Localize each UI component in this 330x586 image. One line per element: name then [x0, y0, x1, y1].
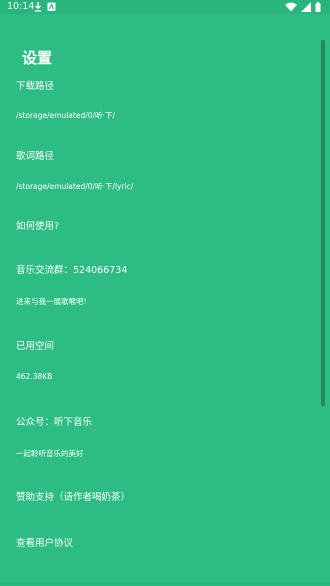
- user-agreement-title: 查看用户协议: [16, 538, 74, 549]
- wifi-icon: [285, 2, 297, 12]
- scrollbar[interactable]: [321, 40, 325, 406]
- download-icon: [35, 2, 41, 12]
- page-title: 设置: [22, 49, 53, 67]
- status-time: 10:14: [7, 1, 35, 12]
- settings-screen: 设置 下载路径 /storage/emulated/0/听·下/ 歌词路径 /s…: [0, 14, 330, 586]
- download-path-title: 下载路径: [16, 81, 55, 92]
- used-space-value: 462.38KB: [16, 372, 53, 381]
- how-to-use-title: 如何使用?: [16, 221, 60, 232]
- sponsor-title: 赞助支持（请作者喝奶茶）: [16, 492, 131, 503]
- lyric-path-title: 歌词路径: [16, 151, 55, 162]
- signal-icon: [301, 2, 311, 12]
- official-account-title: 公众号：听下音乐: [16, 417, 93, 428]
- download-path-value: /storage/emulated/0/听·下/: [16, 111, 115, 120]
- status-icons-right: [285, 2, 321, 12]
- status-bar: 10:14: [0, 0, 330, 14]
- bottom-edge: [0, 582, 330, 586]
- used-space-title: 已用空间: [16, 341, 55, 352]
- official-account-value: 一起聆听音乐的美好: [16, 449, 84, 458]
- music-group-value: 进来与我一展歌喉吧!: [16, 297, 87, 306]
- lyric-path-value: /storage/emulated/0/听·下/lyric/: [16, 182, 134, 191]
- music-group-title: 音乐交流群：524066734: [16, 265, 128, 276]
- battery-icon: [315, 2, 321, 12]
- status-icons-left: [34, 2, 56, 12]
- notification-app-icon: [47, 2, 56, 11]
